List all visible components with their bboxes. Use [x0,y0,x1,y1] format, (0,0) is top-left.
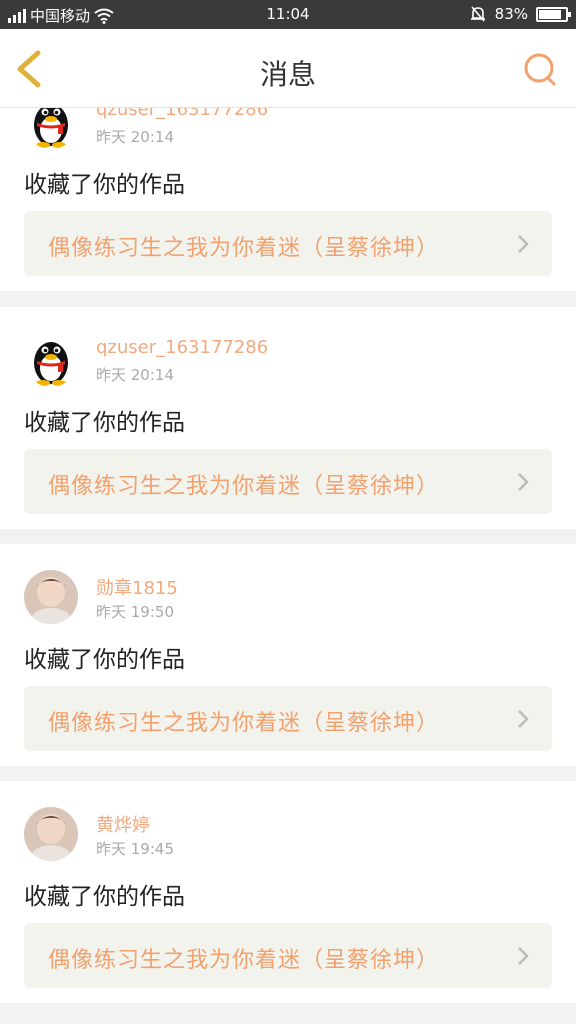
username[interactable]: qzuser_163177286 [96,108,268,120]
timestamp: 昨天 20:14 [96,128,174,146]
work-title: 偶像练习生之我为你着迷（呈蔡徐坤） [48,948,440,973]
work-link[interactable]: 偶像练习生之我为你着迷（呈蔡徐坤） [24,211,552,276]
message-list[interactable]: qzuser_163177286 昨天 20:14 收藏了你的作品 偶像练习生之… [0,108,576,1024]
action-text: 收藏了你的作品 [24,172,185,198]
avatar[interactable] [24,108,78,149]
timestamp: 昨天 19:45 [96,840,174,858]
mute-bell-icon [470,6,485,22]
username[interactable]: qzuser_163177286 [96,337,268,358]
battery-icon [536,6,571,22]
search-icon[interactable] [522,51,558,87]
battery-percent: 83% [494,5,528,23]
chevron-right-icon [518,235,529,253]
chevron-right-icon [518,947,529,965]
work-link[interactable]: 偶像练习生之我为你着迷（呈蔡徐坤） [24,686,552,751]
action-text: 收藏了你的作品 [24,884,185,910]
chevron-right-icon [518,710,529,728]
header: 消息 [0,29,576,108]
message-card: qzuser_163177286 昨天 20:14 收藏了你的作品 偶像练习生之… [0,307,576,529]
avatar[interactable] [24,570,78,624]
page-title: 消息 [259,58,316,91]
username[interactable]: 勋章1815 [96,574,178,600]
avatar[interactable] [24,333,78,387]
action-text: 收藏了你的作品 [24,647,185,673]
timestamp: 昨天 20:14 [96,366,174,384]
timestamp: 昨天 19:50 [96,603,174,621]
action-text: 收藏了你的作品 [24,410,185,436]
work-title: 偶像练习生之我为你着迷（呈蔡徐坤） [48,711,440,736]
status-bar: 中国移动 11:04 83% [0,0,576,29]
username[interactable]: 黄烨婷 [96,811,150,837]
message-card: 黄烨婷 昨天 19:45 收藏了你的作品 偶像练习生之我为你着迷（呈蔡徐坤） [0,781,576,1003]
work-link[interactable]: 偶像练习生之我为你着迷（呈蔡徐坤） [24,449,552,514]
work-title: 偶像练习生之我为你着迷（呈蔡徐坤） [48,236,440,261]
work-title: 偶像练习生之我为你着迷（呈蔡徐坤） [48,474,440,499]
message-card: qzuser_163177286 昨天 20:14 收藏了你的作品 偶像练习生之… [0,108,576,291]
avatar[interactable] [24,807,78,861]
chevron-right-icon [518,473,529,491]
work-link[interactable]: 偶像练习生之我为你着迷（呈蔡徐坤） [24,923,552,988]
message-card: 勋章1815 昨天 19:50 收藏了你的作品 偶像练习生之我为你着迷（呈蔡徐坤… [0,544,576,766]
